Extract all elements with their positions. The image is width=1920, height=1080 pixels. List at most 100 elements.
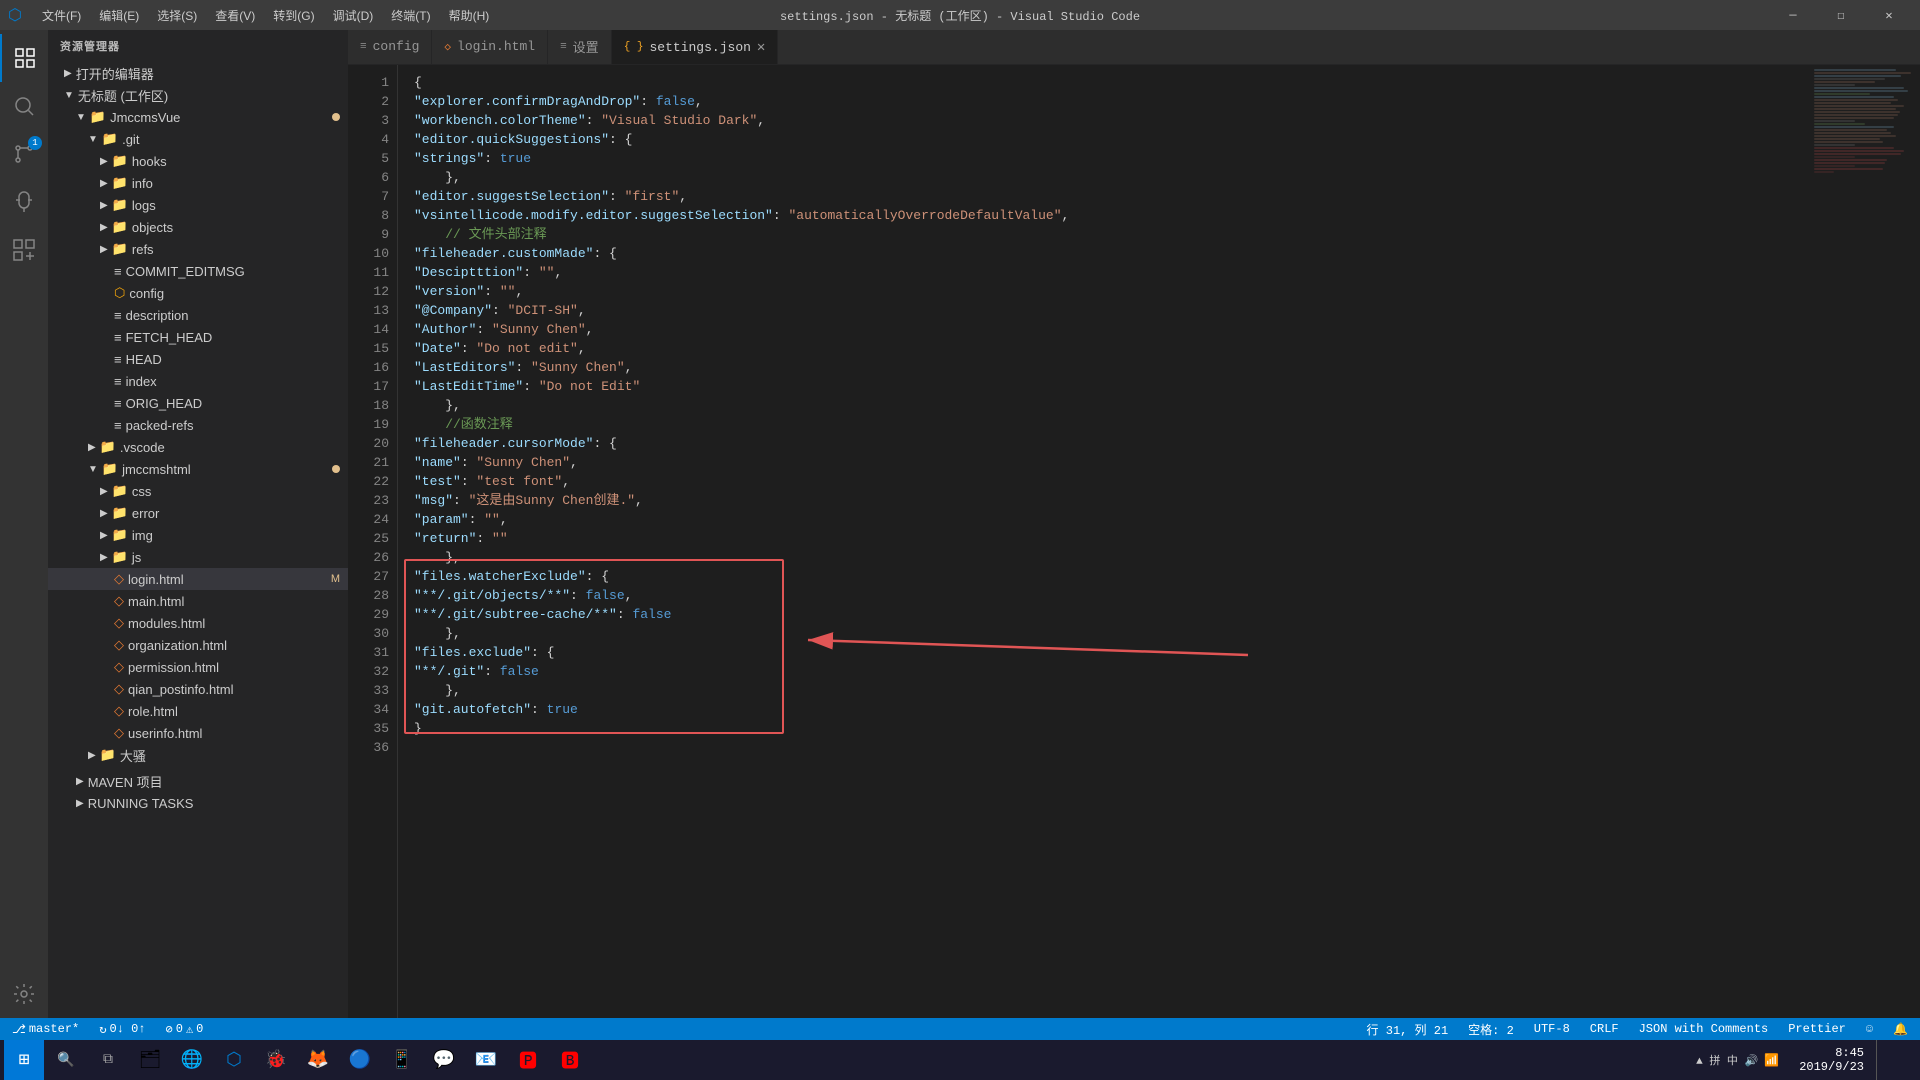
hooks-item[interactable]: ▶ 📁 hooks xyxy=(48,150,348,172)
bell-status[interactable]: 🔔 xyxy=(1889,1022,1912,1037)
taskbar-other5[interactable]: 💬 xyxy=(424,1040,464,1080)
error-icon: 📁 xyxy=(112,505,128,521)
git-branch-status[interactable]: ⎇ master* xyxy=(8,1022,83,1037)
spaces-status[interactable]: 空格: 2 xyxy=(1464,1021,1518,1038)
open-editors-section[interactable]: ▶ 打开的编辑器 xyxy=(48,62,348,84)
code-area[interactable]: { "explorer.confirmDragAndDrop": false, … xyxy=(398,65,1810,1018)
error-status[interactable]: ⊘ 0 ⚠ 0 xyxy=(162,1022,208,1037)
project-chevron: ▼ xyxy=(76,112,86,123)
tab-close-button[interactable]: ✕ xyxy=(757,39,765,56)
head-item[interactable]: ≡ HEAD xyxy=(48,348,348,370)
clock[interactable]: 8:45 2019/9/23 xyxy=(1791,1046,1872,1074)
taskbar-edge[interactable]: 🌐 xyxy=(172,1040,212,1080)
menu-debug[interactable]: 调试(D) xyxy=(325,0,382,30)
taskbar-other6[interactable]: 📧 xyxy=(466,1040,506,1080)
taskbar-other3[interactable]: 🔵 xyxy=(340,1040,380,1080)
taskbar-other2[interactable]: 🦊 xyxy=(298,1040,338,1080)
close-button[interactable]: ✕ xyxy=(1866,0,1912,30)
userinfo-html-item[interactable]: ◇ userinfo.html xyxy=(48,722,348,744)
jmccmshtml-item[interactable]: ▼ 📁 jmccmshtml xyxy=(48,458,348,480)
maven-project-section[interactable]: ▶ MAVEN 项目 xyxy=(48,770,348,792)
fetch-head-item[interactable]: ≡ FETCH_HEAD xyxy=(48,326,348,348)
refs-item[interactable]: ▶ 📁 refs xyxy=(48,238,348,260)
qian-postinfo-label: qian_postinfo.html xyxy=(128,682,234,697)
taskbar-other1[interactable]: 🐞 xyxy=(256,1040,296,1080)
editor-area: ≡ config ◇ login.html ≡ 设置 { } settings.… xyxy=(348,30,1920,1018)
maximize-button[interactable]: ☐ xyxy=(1818,0,1864,30)
commit-msg-item[interactable]: ≡ COMMIT_EDITMSG xyxy=(48,260,348,282)
menu-view[interactable]: 查看(V) xyxy=(207,0,263,30)
role-html-item[interactable]: ◇ role.html xyxy=(48,700,348,722)
emoji-status[interactable]: ☺ xyxy=(1862,1022,1877,1036)
menu-terminal[interactable]: 终端(T) xyxy=(383,0,438,30)
config-item[interactable]: ⬡ config xyxy=(48,282,348,304)
role-html-icon: ◇ xyxy=(114,703,124,719)
taskbar-other4[interactable]: 📱 xyxy=(382,1040,422,1080)
line-ending-status[interactable]: CRLF xyxy=(1586,1022,1623,1036)
sync-status[interactable]: ↻ 0↓ 0↑ xyxy=(95,1022,149,1037)
packed-refs-item[interactable]: ≡ packed-refs xyxy=(48,414,348,436)
menu-goto[interactable]: 转到(G) xyxy=(265,0,322,30)
menu-select[interactable]: 选择(S) xyxy=(149,0,205,30)
info-item[interactable]: ▶ 📁 info xyxy=(48,172,348,194)
index-item[interactable]: ≡ index xyxy=(48,370,348,392)
tab-settings2[interactable]: ≡ 设置 xyxy=(548,30,612,64)
taskbar-other7[interactable]: 🅿 xyxy=(508,1040,548,1080)
vscode-chevron: ▶ xyxy=(88,442,96,453)
dasao-label: 大骚 xyxy=(120,746,146,765)
orig-head-icon: ≡ xyxy=(114,396,122,411)
git-folder[interactable]: ▼ 📁 .git xyxy=(48,128,348,150)
dasao-item[interactable]: ▶ 📁 大骚 xyxy=(48,744,348,766)
description-item[interactable]: ≡ description xyxy=(48,304,348,326)
objects-item[interactable]: ▶ 📁 objects xyxy=(48,216,348,238)
project-folder[interactable]: ▼ 📁 JmccmsVue xyxy=(48,106,348,128)
taskbar-task-view[interactable]: ⧉ xyxy=(88,1040,128,1080)
login-html-item[interactable]: ◇ login.html M xyxy=(48,568,348,590)
js-item[interactable]: ▶ 📁 js xyxy=(48,546,348,568)
extensions-icon[interactable] xyxy=(0,226,48,274)
source-control-icon[interactable]: 1 xyxy=(0,130,48,178)
settings-gear-icon[interactable] xyxy=(0,970,48,1018)
start-button[interactable]: ⊞ xyxy=(4,1040,44,1080)
orig-head-item[interactable]: ≡ ORIG_HEAD xyxy=(48,392,348,414)
refs-label: refs xyxy=(132,242,154,257)
cursor-position-status[interactable]: 行 31, 列 21 xyxy=(1363,1021,1453,1038)
formatter-status[interactable]: Prettier xyxy=(1784,1022,1850,1036)
qian-postinfo-item[interactable]: ◇ qian_postinfo.html xyxy=(48,678,348,700)
error-item[interactable]: ▶ 📁 error xyxy=(48,502,348,524)
show-desktop-button[interactable] xyxy=(1876,1040,1916,1080)
workspace-section[interactable]: ▼ 无标题 (工作区) xyxy=(48,84,348,106)
vscode-item[interactable]: ▶ 📁 .vscode xyxy=(48,436,348,458)
running-tasks-section[interactable]: ▶ RUNNING TASKS xyxy=(48,792,348,814)
taskbar-search[interactable]: 🔍 xyxy=(46,1040,86,1080)
taskbar-vscode[interactable]: ⬡ xyxy=(214,1040,254,1080)
tab-settings-json[interactable]: { } settings.json ✕ xyxy=(612,30,779,64)
code-line: "**/.git/subtree-cache/**": false xyxy=(414,605,1794,624)
menu-help[interactable]: 帮助(H) xyxy=(441,0,498,30)
search-icon[interactable] xyxy=(0,82,48,130)
main-html-item[interactable]: ◇ main.html xyxy=(48,590,348,612)
maven-chevron: ▶ xyxy=(76,776,84,787)
img-item[interactable]: ▶ 📁 img xyxy=(48,524,348,546)
css-item[interactable]: ▶ 📁 css xyxy=(48,480,348,502)
modules-html-item[interactable]: ◇ modules.html xyxy=(48,612,348,634)
logs-item[interactable]: ▶ 📁 logs xyxy=(48,194,348,216)
git-folder-label: .git xyxy=(122,132,139,147)
menu-edit[interactable]: 编辑(E) xyxy=(91,0,147,30)
taskbar-other8[interactable]: 🅱 xyxy=(550,1040,590,1080)
minimize-button[interactable]: — xyxy=(1770,0,1816,30)
organization-html-icon: ◇ xyxy=(114,637,124,653)
tab-config[interactable]: ≡ config xyxy=(348,30,432,64)
organization-html-item[interactable]: ◇ organization.html xyxy=(48,634,348,656)
taskbar-file-explorer[interactable]: 🗂 xyxy=(130,1040,170,1080)
permission-html-item[interactable]: ◇ permission.html xyxy=(48,656,348,678)
menu-file[interactable]: 文件(F) xyxy=(34,0,89,30)
explorer-icon[interactable] xyxy=(0,34,48,82)
encoding-status[interactable]: UTF-8 xyxy=(1530,1022,1574,1036)
language-status[interactable]: JSON with Comments xyxy=(1635,1022,1773,1036)
status-bar: ⎇ master* ↻ 0↓ 0↑ ⊘ 0 ⚠ 0 行 31, 列 21 空格:… xyxy=(0,1018,1920,1040)
tab-login[interactable]: ◇ login.html xyxy=(432,30,548,64)
app6-icon: 📧 xyxy=(475,1049,497,1071)
js-icon: 📁 xyxy=(112,549,128,565)
debug-icon[interactable] xyxy=(0,178,48,226)
